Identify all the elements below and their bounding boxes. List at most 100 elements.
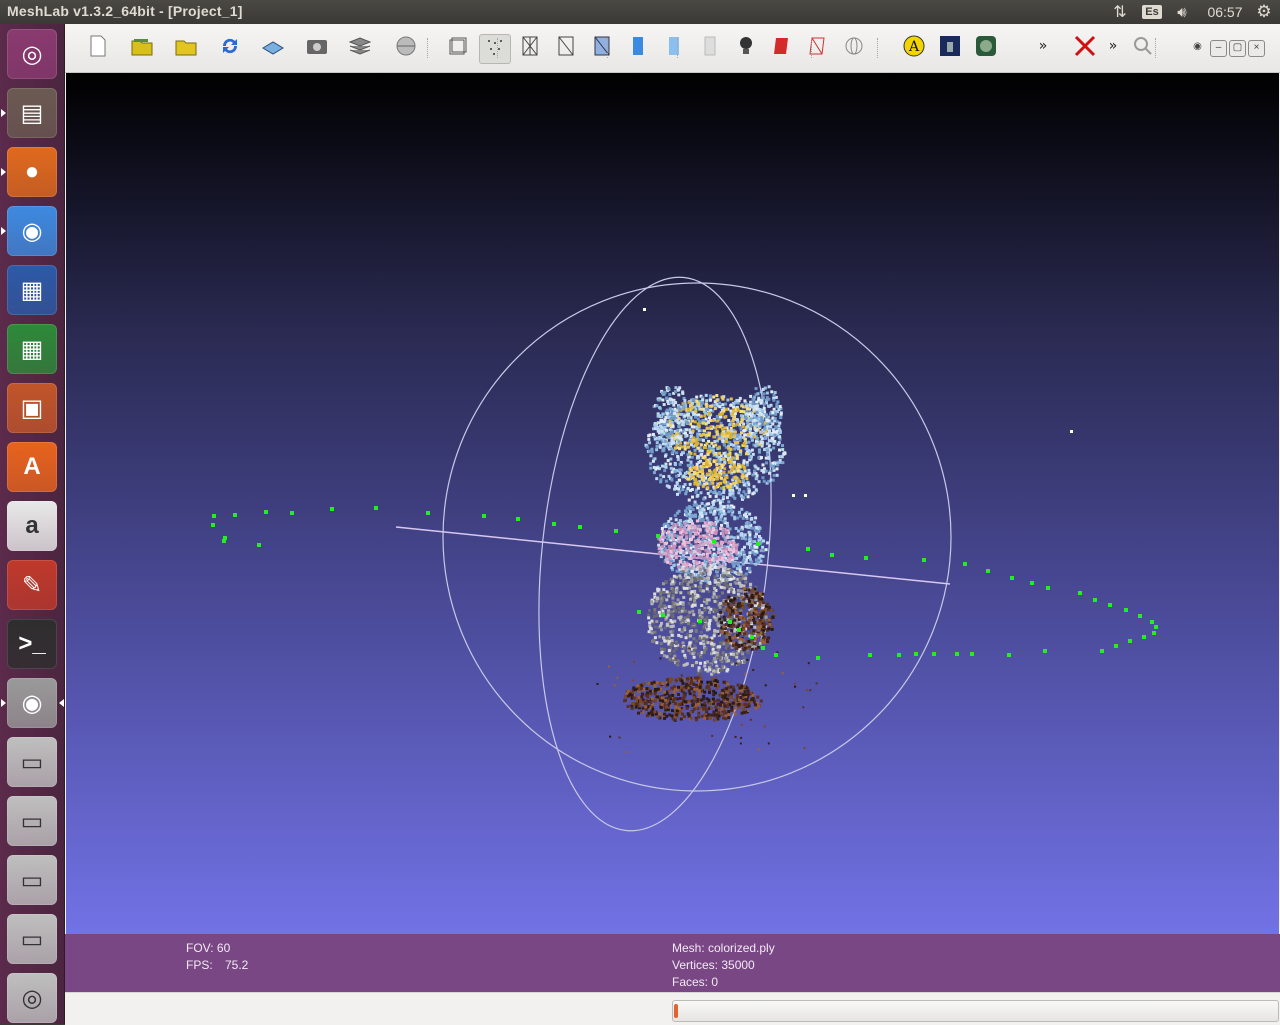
- flat-render-button[interactable]: [623, 34, 653, 62]
- texture-button[interactable]: [695, 34, 725, 62]
- fps-value: 75.2: [225, 958, 249, 972]
- raster-button[interactable]: [935, 34, 965, 62]
- snapshot-icon: [305, 34, 329, 63]
- launcher-drive-3[interactable]: ▭: [7, 855, 57, 905]
- point-cloud: [596, 308, 1073, 754]
- top-panel: MeshLab v1.3.2_64bit - [Project_1] ⇅ Es …: [0, 0, 1280, 24]
- eye-icon[interactable]: ◉: [1190, 40, 1205, 55]
- launcher-drive-2[interactable]: ▭: [7, 796, 57, 846]
- chrome-icon: ◉: [21, 217, 43, 245]
- gear-icon[interactable]: ⚙: [1253, 0, 1275, 24]
- close-button[interactable]: ×: [1248, 40, 1265, 57]
- face-count: Faces: 0: [672, 975, 719, 989]
- points-render-button[interactable]: [479, 34, 511, 64]
- clock[interactable]: 06:57: [1200, 0, 1250, 24]
- launcher-terminal[interactable]: >_: [7, 619, 57, 669]
- point-cloud-scene[interactable]: [66, 73, 1279, 934]
- running-indicator: [1, 168, 6, 176]
- toolbar-separator: [427, 38, 430, 58]
- delete-red-icon: [1073, 34, 1097, 63]
- flat-lines-button[interactable]: [587, 34, 617, 62]
- wireframe-button[interactable]: [515, 34, 545, 62]
- launcher-libreoffice-writer[interactable]: ▦: [7, 265, 57, 315]
- running-indicator: [1, 109, 6, 117]
- color-per-vertex-button[interactable]: [803, 34, 833, 62]
- launcher-firefox[interactable]: ●: [7, 147, 57, 197]
- wireframe-icon: [518, 34, 542, 63]
- new-project-icon: [86, 34, 110, 63]
- fps-label: FPS:: [186, 958, 213, 972]
- annotation-a-button[interactable]: A: [899, 34, 929, 62]
- hidden-lines-button[interactable]: [551, 34, 581, 62]
- flat-render-icon: [626, 34, 650, 63]
- eye-icon: ◉: [21, 689, 43, 717]
- 3d-viewport[interactable]: [66, 73, 1279, 934]
- delete-red-button[interactable]: [1070, 34, 1100, 62]
- file-cabinet-icon: ▤: [20, 99, 44, 127]
- keyboard-layout-indicator[interactable]: Es: [1142, 0, 1162, 24]
- svg-text:»: »: [1109, 38, 1118, 54]
- toolbar-separator: [497, 38, 500, 58]
- svg-text:»: »: [1039, 38, 1048, 54]
- meshlab-window: A » » ◉ – ▢ × FOV: 60 FPS: 75.2 Mesh: colorize…: [65, 24, 1280, 1025]
- toolbar-separator: [677, 38, 680, 58]
- impress-presentation-icon: ▣: [20, 394, 44, 422]
- fov-readout: FOV: 60: [186, 941, 231, 955]
- bounding-box-globe-button[interactable]: [391, 34, 421, 62]
- launcher-libreoffice-calc[interactable]: ▦: [7, 324, 57, 374]
- terminal-icon: >_: [18, 630, 46, 657]
- launcher-dash-home[interactable]: ◎: [7, 29, 57, 79]
- open-project-icon: [130, 34, 154, 63]
- firefox-icon: ●: [24, 158, 40, 185]
- overflow-chevron-button[interactable]: »: [1098, 34, 1128, 62]
- light-on-button[interactable]: [731, 34, 761, 62]
- window-title: MeshLab v1.3.2_64bit - [Project_1]: [7, 3, 243, 19]
- smooth-render-button[interactable]: [659, 34, 689, 62]
- launcher-drive-1[interactable]: ▭: [7, 737, 57, 787]
- launcher-amazon[interactable]: a: [7, 501, 57, 551]
- dvd-icon: ◎: [21, 984, 43, 1012]
- new-project-button[interactable]: [83, 34, 113, 62]
- overflow-chevron-button[interactable]: »: [1028, 34, 1058, 62]
- toolbar-separator: [811, 38, 814, 58]
- progress-fill: [674, 1004, 678, 1018]
- texture-icon: [698, 34, 722, 63]
- network-icon[interactable]: ⇅: [1108, 0, 1132, 24]
- launcher-files[interactable]: ▤: [7, 88, 57, 138]
- bbox-render-button[interactable]: [443, 34, 473, 62]
- restore-button[interactable]: ▢: [1229, 40, 1246, 57]
- keyboard-layout-label: Es: [1142, 5, 1162, 19]
- color-texture-button[interactable]: [971, 34, 1001, 62]
- launcher: ◎ ▤ ● ◉ ▦ ▦ ▣ Aa ✎ >_ ◉ ▭ ▭ ▭ ▭ ◎: [0, 24, 65, 1024]
- minimize-button[interactable]: –: [1210, 40, 1227, 57]
- save-button[interactable]: [258, 34, 288, 62]
- running-indicator: [1, 227, 6, 235]
- vertex-count: Vertices: 35000: [672, 958, 755, 972]
- color-by-face-button[interactable]: [767, 34, 797, 62]
- launcher-software-center[interactable]: A: [7, 442, 57, 492]
- search-button[interactable]: [1128, 34, 1158, 62]
- snapshot-button[interactable]: [302, 34, 332, 62]
- raster-icon: [938, 34, 962, 63]
- layers-button[interactable]: [345, 34, 375, 62]
- open-project-button[interactable]: [127, 34, 157, 62]
- save-icon: [261, 34, 285, 63]
- trackball-button[interactable]: [839, 34, 869, 62]
- info-bar: FOV: 60 FPS: 75.2 Mesh: colorized.ply Ve…: [65, 934, 1280, 992]
- overflow-chevron-icon-2: »: [1101, 34, 1125, 63]
- hidden-lines-icon: [554, 34, 578, 63]
- launcher-chrome[interactable]: ◉: [7, 206, 57, 256]
- open-mesh-button[interactable]: [171, 34, 201, 62]
- launcher-system-settings[interactable]: ✎: [7, 560, 57, 610]
- calc-spreadsheet-icon: ▦: [20, 335, 44, 363]
- launcher-dvd[interactable]: ◎: [7, 973, 57, 1023]
- launcher-drive-4[interactable]: ▭: [7, 914, 57, 964]
- toolbar-separator: [1155, 38, 1158, 58]
- volume-icon[interactable]: 🔊︎: [1171, 0, 1193, 24]
- launcher-libreoffice-impress[interactable]: ▣: [7, 383, 57, 433]
- open-mesh-icon: [174, 34, 198, 63]
- wrench-gear-icon: ✎: [21, 571, 43, 599]
- reload-button[interactable]: [215, 34, 245, 62]
- toolbar-separator: [877, 38, 880, 58]
- launcher-meshlab[interactable]: ◉: [7, 678, 57, 728]
